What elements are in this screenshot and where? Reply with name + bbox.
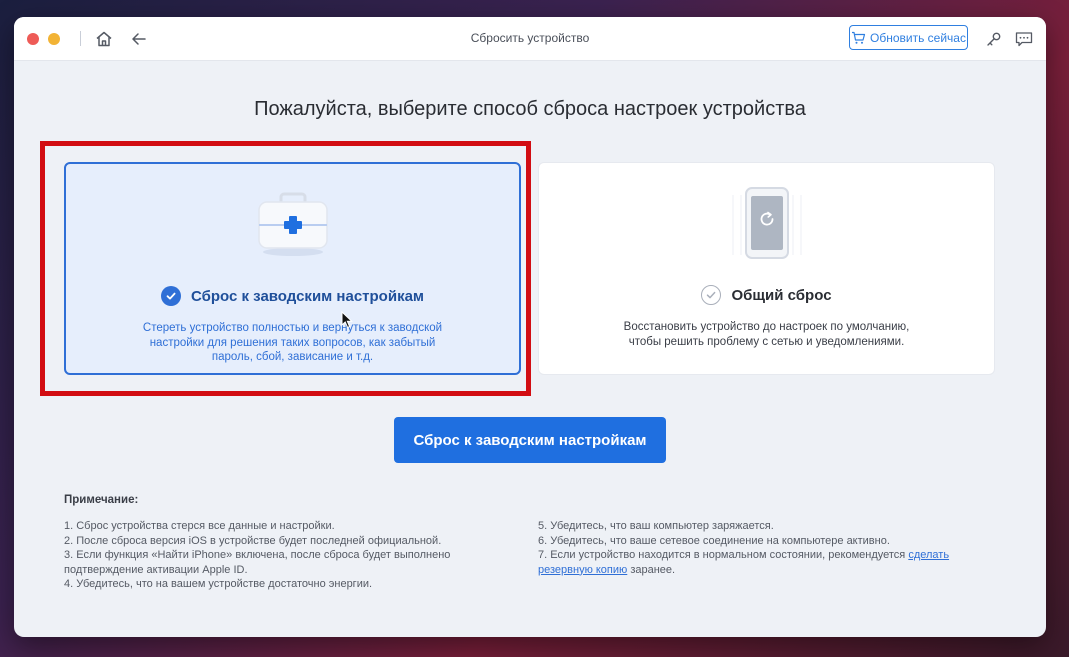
app-window: Сбросить устройство Обновить сейчас Пожа… xyxy=(14,17,1046,637)
note-item: 5. Убедитесь, что ваш компьютер заряжает… xyxy=(538,520,774,532)
description-line: пароль, сбой, зависание и т.д. xyxy=(211,351,374,363)
notes-title: Примечание: xyxy=(64,494,139,506)
check-selected-icon xyxy=(160,286,181,306)
note-text: заранее. xyxy=(627,563,676,576)
note-item: подтверждение активации Apple ID. xyxy=(64,563,248,576)
option-description: Восстановить устройство до настроек по у… xyxy=(589,320,944,349)
notes-list-left: 1. Сброс устройства стерся все данные и … xyxy=(64,519,504,592)
option-title: Сброс к заводским настройкам xyxy=(190,287,425,305)
description-line: Восстановить устройство до настроек по у… xyxy=(623,321,910,333)
notes-list-right: 5. Убедитесь, что ваш компьютер заряжает… xyxy=(538,519,988,577)
note-item: резервную копию заранее. xyxy=(538,563,988,578)
option-card-factory-reset[interactable]: Сброс к заводским настройкам Стереть уст… xyxy=(64,162,521,375)
mouse-cursor-icon xyxy=(341,311,353,329)
cart-icon xyxy=(852,31,866,44)
description-line: Стереть устройство полностью и вернуться… xyxy=(142,322,443,334)
page-heading: Пожалуйста, выберите способ сброса настр… xyxy=(254,98,806,120)
backup-link[interactable]: сделать xyxy=(908,549,949,561)
upgrade-now-button[interactable]: Обновить сейчас xyxy=(849,25,968,50)
description-line: чтобы решить проблему с сетью и уведомле… xyxy=(628,335,905,348)
option-title: Общий сброс xyxy=(731,286,832,304)
option-description: Стереть устройство полностью и вернуться… xyxy=(116,321,469,365)
feedback-icon[interactable] xyxy=(1014,29,1034,49)
note-item: 3. Если функция «Найти iPhone» включена,… xyxy=(64,549,451,561)
option-heading: Сброс к заводским настройкам xyxy=(66,286,519,306)
note-item: 7. Если устройство находится в нормально… xyxy=(538,548,988,563)
note-text: 7. Если устройство находится в нормально… xyxy=(538,549,906,561)
phone-refresh-icon xyxy=(732,187,801,259)
upgrade-now-label: Обновить сейчас xyxy=(870,30,966,45)
note-item: 6. Убедитесь, что ваше сетевое соединени… xyxy=(538,534,890,547)
title-bar: Сбросить устройство Обновить сейчас xyxy=(14,17,1046,61)
first-aid-kit-icon xyxy=(257,192,328,256)
check-unselected-icon xyxy=(701,285,722,305)
note-item: 1. Сброс устройства стерся все данные и … xyxy=(64,520,335,532)
option-card-general-reset[interactable]: Общий сброс Восстановить устройство до н… xyxy=(538,162,995,375)
key-icon[interactable] xyxy=(984,29,1004,49)
option-heading: Общий сброс xyxy=(539,285,994,305)
backup-link[interactable]: резервную копию xyxy=(538,564,627,576)
description-line: настройки для решения таких вопросов, ка… xyxy=(149,336,436,349)
note-item: 2. После сброса версия iOS в устройстве … xyxy=(64,534,442,547)
note-item: 4. Убедитесь, что на вашем устройстве до… xyxy=(64,578,373,590)
factory-reset-button[interactable]: Сброс к заводским настройкам xyxy=(394,417,666,463)
